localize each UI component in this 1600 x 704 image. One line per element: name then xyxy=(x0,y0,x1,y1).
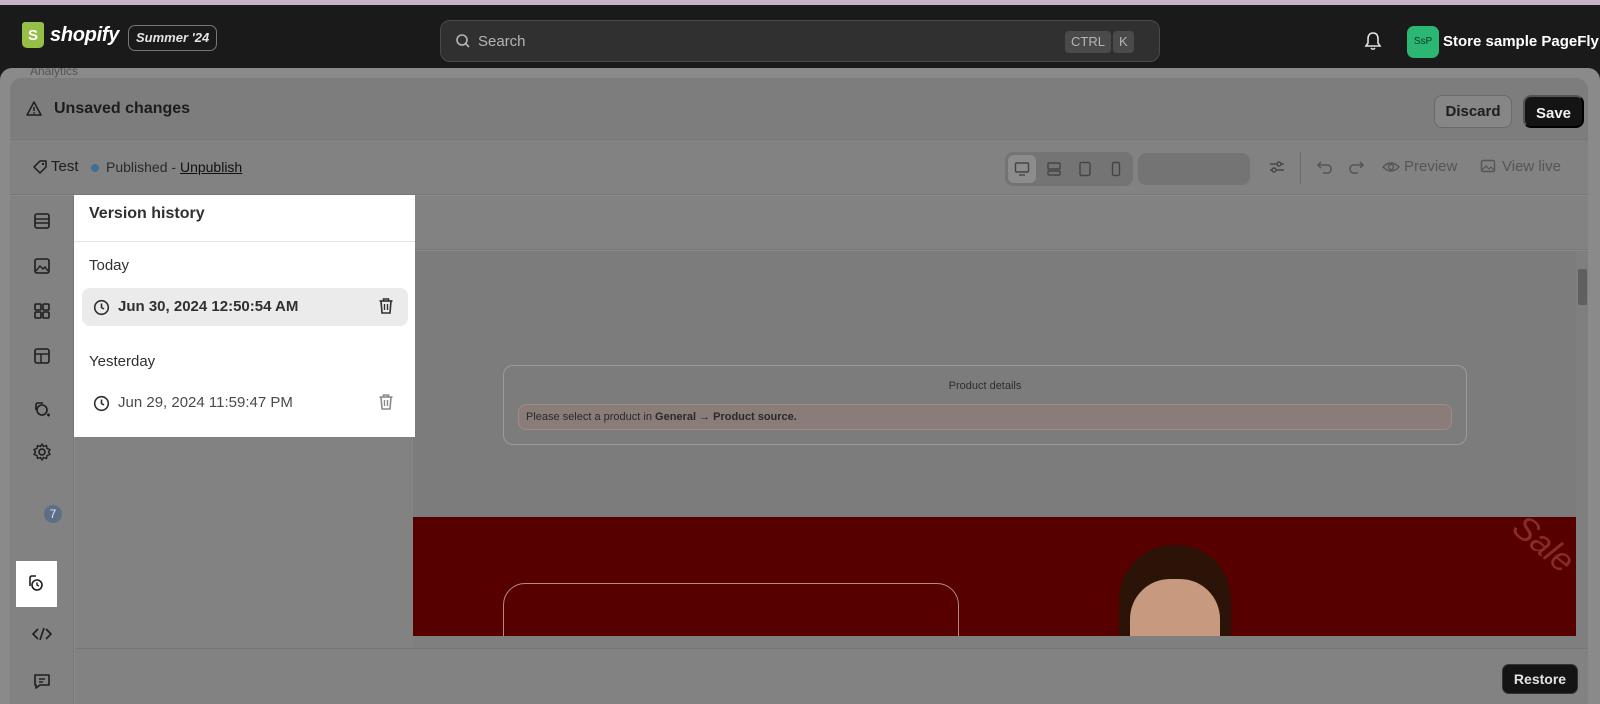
image-icon xyxy=(1480,159,1496,173)
store-avatar[interactable]: SsP xyxy=(1407,26,1439,58)
canvas-horizontal-scrollbar[interactable] xyxy=(413,636,1588,648)
trash-icon[interactable] xyxy=(378,297,394,315)
apps-count-badge: 7 xyxy=(44,505,62,523)
product-details-block[interactable]: Product details Please select a product … xyxy=(503,365,1467,445)
mobile-icon xyxy=(1111,161,1121,177)
version-history-rail-button[interactable] xyxy=(16,561,57,607)
preview-button[interactable]: Preview xyxy=(1404,158,1457,175)
group-label-today: Today xyxy=(89,257,130,274)
clock-icon xyxy=(93,395,110,412)
desktop-view-button[interactable] xyxy=(1008,155,1036,183)
hero-banner[interactable]: Sale xyxy=(413,508,1576,636)
shortcut-ctrl: CTRL xyxy=(1065,31,1111,53)
desktop-icon xyxy=(1014,162,1030,176)
logo-text: shopify xyxy=(50,23,120,46)
shortcut-k: K xyxy=(1113,31,1134,53)
history-bottom-bar: Restore xyxy=(75,648,1588,704)
admin-topbar: S shopify Summer '24 Search CTRL K SsP S… xyxy=(0,5,1600,67)
search-input[interactable]: Search CTRL K xyxy=(440,20,1160,62)
editor-left-rail: 7 xyxy=(10,196,74,704)
version-time: Jun 29, 2024 11:59:47 PM xyxy=(118,394,293,411)
alert-text: Please select a product in xyxy=(526,411,656,423)
settings-gear-icon[interactable] xyxy=(30,440,54,464)
shopify-logo[interactable]: S shopify xyxy=(22,22,119,48)
status-dot xyxy=(91,164,99,172)
layout-icon[interactable] xyxy=(30,344,54,368)
tag-icon xyxy=(33,160,47,174)
media-icon[interactable] xyxy=(30,254,54,278)
toolbar-divider xyxy=(1300,152,1301,184)
discard-button[interactable]: Discard xyxy=(1434,95,1512,128)
search-icon xyxy=(456,34,470,48)
undo-icon[interactable] xyxy=(1316,158,1334,176)
laptop-view-button[interactable] xyxy=(1040,155,1068,183)
group-label-yesterday: Yesterday xyxy=(89,353,156,370)
scrollbar-thumb[interactable] xyxy=(1578,269,1587,305)
warning-icon xyxy=(26,101,42,116)
status-text: Published xyxy=(106,159,168,175)
version-item-selected[interactable]: Jun 30, 2024 12:50:54 AM xyxy=(82,288,408,326)
code-icon[interactable] xyxy=(30,622,54,646)
sliders-icon[interactable] xyxy=(1268,158,1286,176)
version-history-header: Version history xyxy=(74,195,415,242)
product-source-alert: Please select a product in General → Pro… xyxy=(518,404,1452,430)
clock-icon xyxy=(93,299,110,316)
canvas-vertical-scrollbar[interactable] xyxy=(1576,251,1588,636)
version-time: Jun 30, 2024 12:50:54 AM xyxy=(118,298,299,315)
elements-grid-icon[interactable] xyxy=(30,299,54,323)
tablet-view-button[interactable] xyxy=(1071,155,1099,183)
status-separator: - xyxy=(171,159,177,175)
unsaved-title: Unsaved changes xyxy=(54,100,191,117)
page-canvas[interactable]: Product details Please select a product … xyxy=(413,251,1576,636)
edition-badge[interactable]: Summer '24 xyxy=(128,25,218,51)
mobile-view-button[interactable] xyxy=(1102,155,1130,183)
unpublish-link[interactable]: Unpublish xyxy=(180,159,242,175)
sections-icon[interactable] xyxy=(30,209,54,233)
apps-add-icon[interactable] xyxy=(30,397,54,421)
device-switcher xyxy=(1005,152,1133,186)
breadcrumb: Analytics xyxy=(30,68,79,78)
restore-button[interactable]: Restore xyxy=(1502,664,1578,694)
editor-toolbar: Test Published - Unpublish Preview View … xyxy=(10,139,1588,195)
redo-icon[interactable] xyxy=(1347,158,1365,176)
page-name[interactable]: Test xyxy=(51,158,79,175)
version-history-title: Version history xyxy=(89,205,205,222)
product-details-title: Product details xyxy=(948,380,1022,392)
view-live-button[interactable]: View live xyxy=(1502,158,1561,175)
hero-content-frame xyxy=(503,583,959,636)
tablet-icon xyxy=(1079,161,1091,177)
search-placeholder: Search xyxy=(478,33,526,50)
loading-placeholder xyxy=(1138,153,1250,185)
canvas-header xyxy=(413,196,1588,250)
version-item[interactable]: Jun 29, 2024 11:59:47 PM xyxy=(82,384,408,422)
trash-icon[interactable] xyxy=(378,393,394,411)
bell-icon[interactable] xyxy=(1364,31,1382,51)
store-name[interactable]: Store sample PageFly xyxy=(1443,33,1599,50)
eye-icon xyxy=(1382,162,1400,172)
laptop-icon xyxy=(1047,162,1061,176)
alert-strong-text: General → Product source. xyxy=(655,411,797,423)
hero-sale-text: Sale xyxy=(1505,507,1576,581)
unsaved-changes-bar: Unsaved changes Discard Save xyxy=(10,78,1588,139)
version-history-panel: Version history Today Jun 30, 2024 12:50… xyxy=(74,195,415,437)
chat-icon[interactable] xyxy=(30,669,54,693)
history-icon xyxy=(29,575,43,591)
publish-status: Published - Unpublish xyxy=(106,159,242,175)
shopify-bag-icon: S xyxy=(22,22,44,48)
save-button[interactable]: Save xyxy=(1523,95,1584,128)
